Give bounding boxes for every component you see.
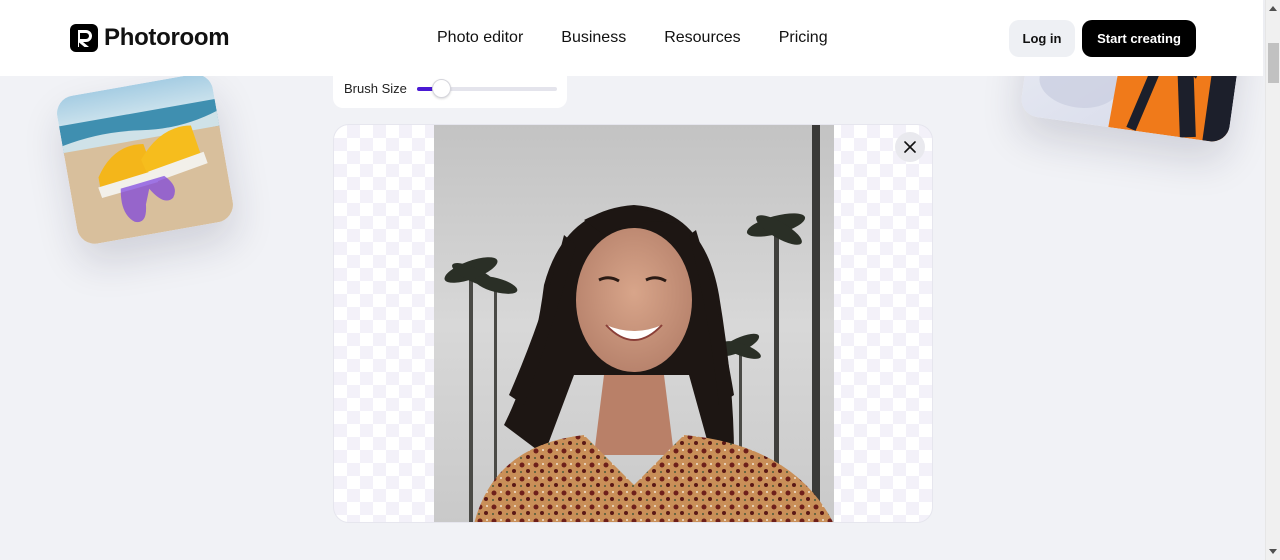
start-creating-button[interactable]: Start creating bbox=[1082, 20, 1196, 57]
portrait-photo bbox=[434, 125, 834, 522]
nav-business[interactable]: Business bbox=[561, 29, 626, 47]
brand-name: Photoroom bbox=[104, 24, 230, 51]
nav-pricing[interactable]: Pricing bbox=[779, 29, 828, 47]
close-icon bbox=[904, 141, 916, 153]
site-header: Photoroom Photo editor Business Resource… bbox=[0, 0, 1263, 76]
nav-resources[interactable]: Resources bbox=[664, 29, 740, 47]
sneakers-photo bbox=[54, 71, 236, 247]
scrollbar-thumb[interactable] bbox=[1268, 43, 1279, 83]
page-scrollbar[interactable] bbox=[1265, 0, 1280, 560]
scroll-down-arrow-icon[interactable] bbox=[1269, 549, 1277, 554]
photoroom-logo-icon bbox=[70, 24, 98, 52]
main-nav: Photo editor Business Resources Pricing bbox=[437, 29, 828, 47]
close-button[interactable] bbox=[895, 132, 925, 162]
scroll-up-arrow-icon[interactable] bbox=[1269, 6, 1277, 11]
brush-size-label: Brush Size bbox=[344, 81, 407, 96]
nav-photo-editor[interactable]: Photo editor bbox=[437, 29, 523, 47]
brush-size-slider[interactable] bbox=[417, 79, 557, 98]
editor-canvas[interactable] bbox=[333, 124, 933, 523]
brand-logo[interactable]: Photoroom bbox=[70, 24, 230, 52]
portrait-image bbox=[434, 125, 834, 522]
sneakers-photo-card bbox=[54, 71, 236, 247]
login-button[interactable]: Log in bbox=[1009, 20, 1075, 57]
brush-size-slider-handle[interactable] bbox=[431, 79, 451, 98]
